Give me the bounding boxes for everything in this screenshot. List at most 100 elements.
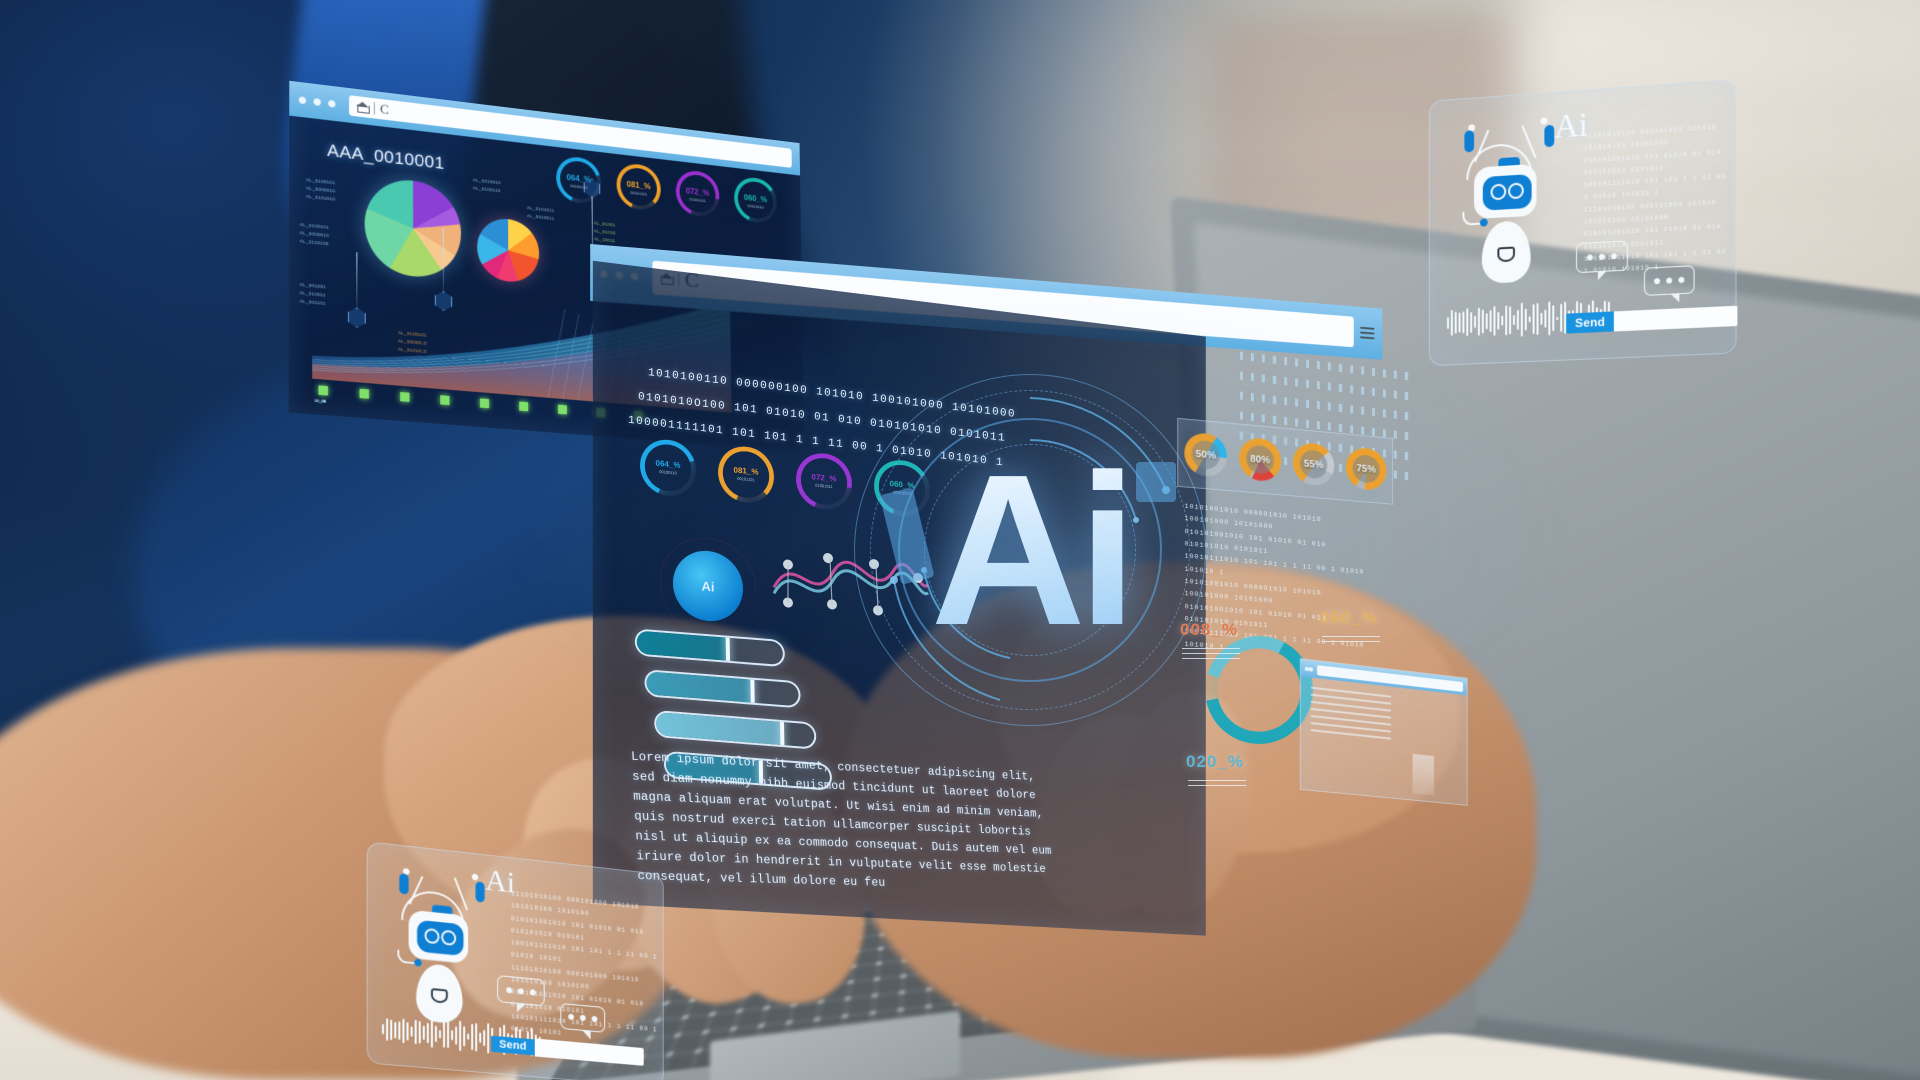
metric-label-020: 020_% (1186, 752, 1244, 771)
gauge-donut[interactable]: 50% (1184, 431, 1228, 478)
x-tick: 10_01 (314, 385, 329, 404)
waveform-bar (487, 1023, 490, 1054)
robot-avatar-icon (386, 859, 488, 1025)
window-dot-2[interactable] (1308, 666, 1313, 672)
waveform-bar (1536, 303, 1539, 335)
metric-label-008: 008_% (1180, 620, 1238, 639)
waveform-bar (1450, 310, 1453, 336)
metric-label-060: 060_% (1320, 608, 1378, 627)
chatbot-brand-label: Ai (1554, 106, 1588, 146)
chat-input[interactable] (1614, 305, 1738, 332)
robot-head (408, 909, 469, 964)
chat-bubble-right[interactable] (560, 1002, 606, 1033)
waveform-bar (430, 1019, 433, 1048)
send-button[interactable]: Send (491, 1035, 535, 1056)
waveform-bar (398, 1020, 401, 1041)
window-dot-2[interactable] (313, 97, 321, 106)
waveform-bar (467, 1034, 470, 1040)
waveform-bar (1509, 305, 1512, 335)
robot-ear-right (475, 881, 485, 903)
x-tick: 10_02 (314, 388, 369, 404)
robot-mic-tip (1479, 218, 1488, 227)
gauge-value: 50% (1195, 448, 1216, 462)
waveform-bar (406, 1021, 409, 1041)
typing-dot (1610, 253, 1617, 260)
typing-dot (1678, 276, 1685, 284)
waveform-bar (1501, 315, 1504, 326)
ai-chip-indicator[interactable]: Ai (660, 533, 756, 639)
window-dot-1[interactable] (298, 95, 307, 104)
waveform-bar (1548, 301, 1551, 336)
typing-dot (1586, 254, 1593, 261)
robot-body (416, 962, 463, 1025)
waveform-bar (422, 1025, 425, 1040)
hamburger-menu-icon[interactable] (1360, 326, 1375, 340)
waveform-bar (1485, 313, 1488, 329)
slider-3[interactable] (654, 709, 817, 750)
screenshot-root: C AAA_0010001 AL_0100101 AL_0000010 AL_0… (0, 0, 1920, 1080)
mini-window-thumb (1412, 753, 1434, 796)
waveform-bar (1532, 304, 1535, 334)
waveform-bar (443, 1021, 446, 1048)
waveform-bar (1474, 316, 1477, 328)
send-button[interactable]: Send (1566, 311, 1615, 334)
waveform-bar (475, 1023, 478, 1052)
address-divider (373, 102, 375, 115)
waveform-bar (1505, 305, 1508, 336)
robot-eye-right (1508, 182, 1524, 200)
gauge-donut[interactable]: 80% (1239, 436, 1282, 483)
gauge-value: 75% (1356, 462, 1376, 476)
robot-headset-mic (1462, 210, 1482, 226)
mini-address-input[interactable] (1317, 664, 1463, 692)
gauge-value: 55% (1303, 457, 1324, 471)
robot-body (1481, 219, 1531, 284)
slider-fill (646, 671, 754, 703)
gauge-donut[interactable]: 75% (1345, 446, 1387, 492)
address-label: C (380, 100, 389, 118)
gauge-donut[interactable]: 55% (1292, 441, 1335, 488)
typing-dot (1654, 277, 1661, 285)
x-tick: 10_04 (314, 395, 450, 406)
robot-ear-left (399, 873, 409, 895)
waveform-bar (394, 1021, 397, 1039)
waveform-bar (402, 1018, 405, 1044)
waveform-bar (1481, 309, 1484, 334)
chat-bubble-right[interactable] (1643, 265, 1695, 296)
slider-fill (656, 712, 783, 746)
slider-knob[interactable] (725, 632, 730, 668)
mini-browser-window[interactable] (1299, 657, 1468, 806)
robot-avatar-icon (1451, 110, 1568, 291)
waveform-bar (1516, 309, 1519, 331)
home-icon[interactable] (356, 101, 368, 114)
x-tick: 10_05 (314, 398, 490, 409)
x-tick: 10_06 (314, 398, 529, 412)
waveform-bar (410, 1026, 413, 1037)
waveform-bar (418, 1021, 421, 1044)
slider-knob[interactable] (780, 716, 785, 750)
legend-column-right: AL_01001 AL_01010 AL_10011 (593, 220, 616, 244)
waveform-bar (451, 1030, 454, 1041)
waveform-bar (1489, 310, 1492, 332)
waveform-bar (381, 1023, 385, 1035)
chat-bubble-left[interactable] (1576, 240, 1628, 274)
robot-ear-right (1544, 124, 1555, 148)
waveform-bar (1513, 314, 1515, 326)
chat-bubble-left[interactable] (497, 974, 545, 1007)
dashboard-title: AAA_0010001 (327, 140, 445, 174)
window-dot-3[interactable] (328, 99, 336, 108)
slider-knob[interactable] (750, 674, 756, 709)
chatbot-panel-bottom-left[interactable]: Ai 11101010100 000101000 101010 10101010… (366, 841, 664, 1080)
waveform-bar (1544, 309, 1547, 328)
robot-eye-left (1490, 183, 1507, 201)
robot-face-screen (417, 919, 464, 956)
typing-dot (1666, 277, 1673, 284)
waveform-bar (1462, 311, 1465, 333)
slider-2[interactable] (644, 669, 801, 709)
waveform-bar (434, 1025, 437, 1042)
waveform-bar (1524, 308, 1527, 331)
chatbot-panel-top-right[interactable]: Ai 11101010100 000101000 101010 10101010… (1428, 78, 1738, 367)
waveform-bar (479, 1032, 482, 1043)
waveform-bar (1454, 311, 1457, 335)
metric-lines-3 (1188, 776, 1246, 786)
metric-lines-1 (1182, 644, 1240, 659)
